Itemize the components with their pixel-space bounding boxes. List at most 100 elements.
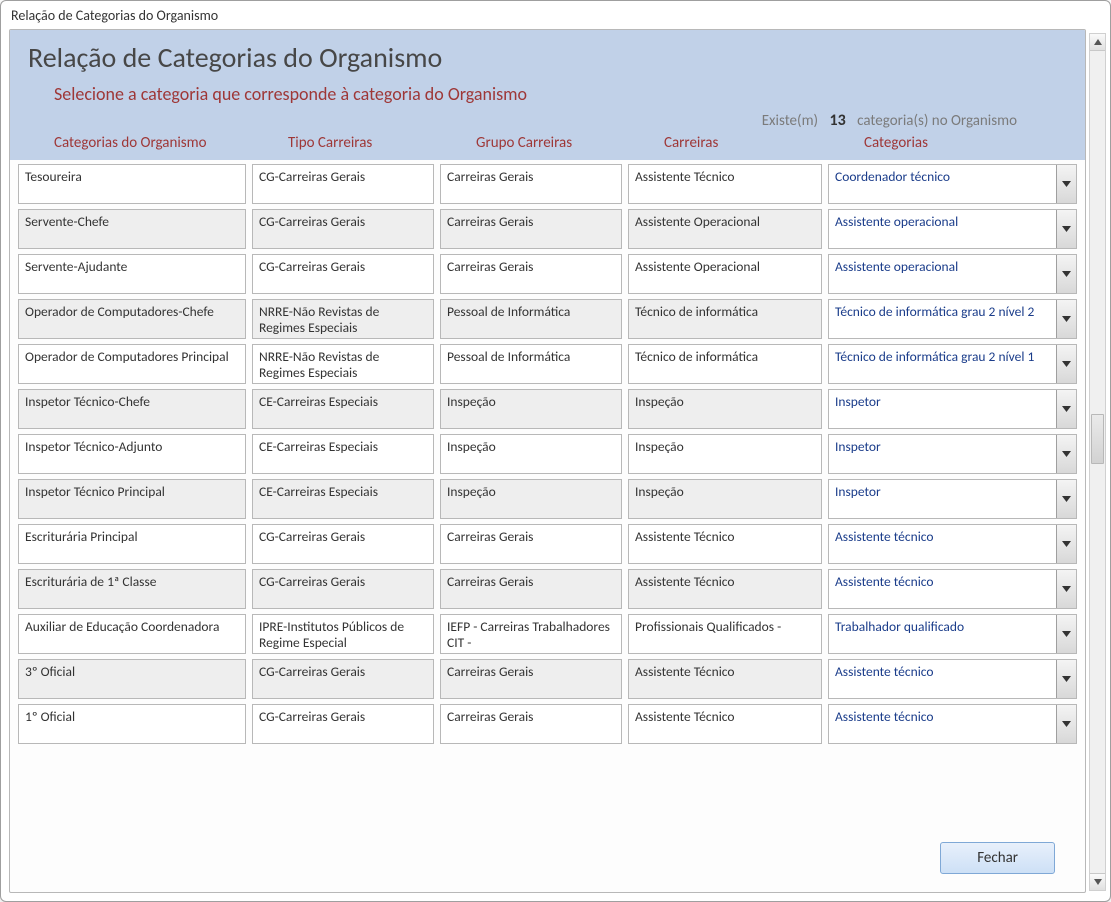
cell-tipo[interactable]: NRRE-Não Revistas de Regimes Especiais: [252, 299, 434, 339]
scroll-up-button[interactable]: [1090, 34, 1105, 51]
cell-organismo[interactable]: Escriturária de 1ª Classe: [18, 569, 246, 609]
chevron-down-icon[interactable]: [1056, 345, 1076, 383]
cell-organismo[interactable]: Inspetor Técnico-Adjunto: [18, 434, 246, 474]
categoria-dropdown[interactable]: Assistente operacional: [828, 209, 1077, 249]
cell-carreiras[interactable]: Assistente Técnico: [628, 659, 822, 699]
categoria-dropdown[interactable]: Técnico de informática grau 2 nível 2: [828, 299, 1077, 339]
chevron-down-icon[interactable]: [1056, 165, 1076, 203]
count-value: 13: [830, 111, 846, 130]
cell-organismo[interactable]: 3º Oficial: [18, 659, 246, 699]
cell-organismo[interactable]: Servente-Ajudante: [18, 254, 246, 294]
cell-organismo[interactable]: Inspetor Técnico Principal: [18, 479, 246, 519]
chevron-down-icon[interactable]: [1056, 480, 1076, 518]
cell-tipo[interactable]: CG-Carreiras Gerais: [252, 254, 434, 294]
scroll-down-button[interactable]: [1090, 873, 1105, 890]
categoria-value: Assistente operacional: [835, 259, 958, 275]
table-row: Escriturária de 1ª ClasseCG-Carreiras Ge…: [18, 569, 1077, 609]
cell-organismo[interactable]: Tesoureira: [18, 164, 246, 204]
header-band: Relação de Categorias do Organismo Selec…: [10, 30, 1085, 160]
cell-tipo[interactable]: CG-Carreiras Gerais: [252, 659, 434, 699]
cell-organismo[interactable]: Operador de Computadores Principal: [18, 344, 246, 384]
chevron-down-icon[interactable]: [1056, 300, 1076, 338]
cell-carreiras[interactable]: Assistente Técnico: [628, 164, 822, 204]
categoria-value: Técnico de informática grau 2 nível 1: [835, 349, 1034, 365]
categoria-dropdown[interactable]: Inspetor: [828, 479, 1077, 519]
cell-carreiras[interactable]: Assistente Técnico: [628, 569, 822, 609]
col-header-categorias: Categorias: [864, 134, 1067, 152]
cell-tipo[interactable]: NRRE-Não Revistas de Regimes Especiais: [252, 344, 434, 384]
chevron-down-icon[interactable]: [1056, 390, 1076, 428]
categoria-dropdown[interactable]: Assistente técnico: [828, 569, 1077, 609]
chevron-down-icon[interactable]: [1056, 210, 1076, 248]
cell-grupo[interactable]: Carreiras Gerais: [440, 164, 622, 204]
cell-carreiras[interactable]: Técnico de informática: [628, 344, 822, 384]
cell-tipo[interactable]: CG-Carreiras Gerais: [252, 164, 434, 204]
categoria-dropdown[interactable]: Assistente técnico: [828, 659, 1077, 699]
cell-tipo[interactable]: CE-Carreiras Especiais: [252, 479, 434, 519]
page-title: Relação de Categorias do Organismo: [28, 40, 1067, 75]
close-button[interactable]: Fechar: [940, 842, 1055, 874]
cell-grupo[interactable]: Carreiras Gerais: [440, 704, 622, 744]
categoria-dropdown[interactable]: Inspetor: [828, 434, 1077, 474]
cell-organismo[interactable]: Operador de Computadores-Chefe: [18, 299, 246, 339]
chevron-down-icon[interactable]: [1056, 660, 1076, 698]
cell-grupo[interactable]: Pessoal de Informática: [440, 299, 622, 339]
cell-carreiras[interactable]: Técnico de informática: [628, 299, 822, 339]
cell-tipo[interactable]: CG-Carreiras Gerais: [252, 569, 434, 609]
categoria-dropdown[interactable]: Inspetor: [828, 389, 1077, 429]
cell-tipo[interactable]: IPRE-Institutos Públicos de Regime Espec…: [252, 614, 434, 654]
cell-grupo[interactable]: Carreiras Gerais: [440, 659, 622, 699]
cell-grupo[interactable]: IEFP - Carreiras Trabalhadores CIT -: [440, 614, 622, 654]
cell-organismo[interactable]: Auxiliar de Educação Coordenadora: [18, 614, 246, 654]
chevron-down-icon[interactable]: [1056, 705, 1076, 743]
cell-carreiras[interactable]: Assistente Operacional: [628, 254, 822, 294]
cell-carreiras[interactable]: Assistente Técnico: [628, 524, 822, 564]
cell-organismo[interactable]: Escriturária Principal: [18, 524, 246, 564]
categoria-dropdown[interactable]: Assistente técnico: [828, 524, 1077, 564]
cell-organismo[interactable]: Inspetor Técnico-Chefe: [18, 389, 246, 429]
chevron-down-icon[interactable]: [1056, 570, 1076, 608]
chevron-down-icon[interactable]: [1056, 435, 1076, 473]
cell-carreiras[interactable]: Inspeção: [628, 479, 822, 519]
table-area: TesoureiraCG-Carreiras GeraisCarreiras G…: [10, 160, 1085, 759]
categoria-dropdown[interactable]: Trabalhador qualificado: [828, 614, 1077, 654]
scroll-thumb[interactable]: [1091, 414, 1104, 464]
vertical-scrollbar[interactable]: [1089, 33, 1106, 891]
cell-carreiras[interactable]: Assistente Operacional: [628, 209, 822, 249]
chevron-down-icon[interactable]: [1056, 255, 1076, 293]
cell-carreiras[interactable]: Profissionais Qualificados -: [628, 614, 822, 654]
cell-grupo[interactable]: Inspeção: [440, 389, 622, 429]
categoria-dropdown[interactable]: Assistente técnico: [828, 704, 1077, 744]
count-line: Existe(m) 13 categoria(s) no Organismo: [28, 111, 1017, 130]
cell-carreiras[interactable]: Assistente Técnico: [628, 704, 822, 744]
categoria-value: Coordenador técnico: [835, 169, 950, 185]
chevron-down-icon[interactable]: [1056, 525, 1076, 563]
categoria-value: Técnico de informática grau 2 nível 2: [835, 304, 1034, 320]
cell-tipo[interactable]: CG-Carreiras Gerais: [252, 704, 434, 744]
table-row: Servente-AjudanteCG-Carreiras GeraisCarr…: [18, 254, 1077, 294]
cell-carreiras[interactable]: Inspeção: [628, 434, 822, 474]
cell-grupo[interactable]: Carreiras Gerais: [440, 569, 622, 609]
table-row: TesoureiraCG-Carreiras GeraisCarreiras G…: [18, 164, 1077, 204]
cell-organismo[interactable]: 1º Oficial: [18, 704, 246, 744]
categoria-dropdown[interactable]: Assistente operacional: [828, 254, 1077, 294]
table-row: 1º OficialCG-Carreiras GeraisCarreiras G…: [18, 704, 1077, 744]
chevron-down-icon[interactable]: [1056, 615, 1076, 653]
cell-organismo[interactable]: Servente-Chefe: [18, 209, 246, 249]
cell-grupo[interactable]: Carreiras Gerais: [440, 524, 622, 564]
cell-grupo[interactable]: Inspeção: [440, 479, 622, 519]
count-suffix: categoria(s) no Organismo: [857, 112, 1017, 130]
categoria-dropdown[interactable]: Coordenador técnico: [828, 164, 1077, 204]
cell-tipo[interactable]: CG-Carreiras Gerais: [252, 524, 434, 564]
cell-grupo[interactable]: Pessoal de Informática: [440, 344, 622, 384]
categoria-dropdown[interactable]: Técnico de informática grau 2 nível 1: [828, 344, 1077, 384]
cell-grupo[interactable]: Carreiras Gerais: [440, 254, 622, 294]
cell-tipo[interactable]: CG-Carreiras Gerais: [252, 209, 434, 249]
cell-carreiras[interactable]: Inspeção: [628, 389, 822, 429]
cell-tipo[interactable]: CE-Carreiras Especiais: [252, 389, 434, 429]
categoria-value: Assistente técnico: [835, 709, 934, 725]
cell-grupo[interactable]: Carreiras Gerais: [440, 209, 622, 249]
col-header-organismo: Categorias do Organismo: [54, 134, 282, 152]
cell-grupo[interactable]: Inspeção: [440, 434, 622, 474]
cell-tipo[interactable]: CE-Carreiras Especiais: [252, 434, 434, 474]
